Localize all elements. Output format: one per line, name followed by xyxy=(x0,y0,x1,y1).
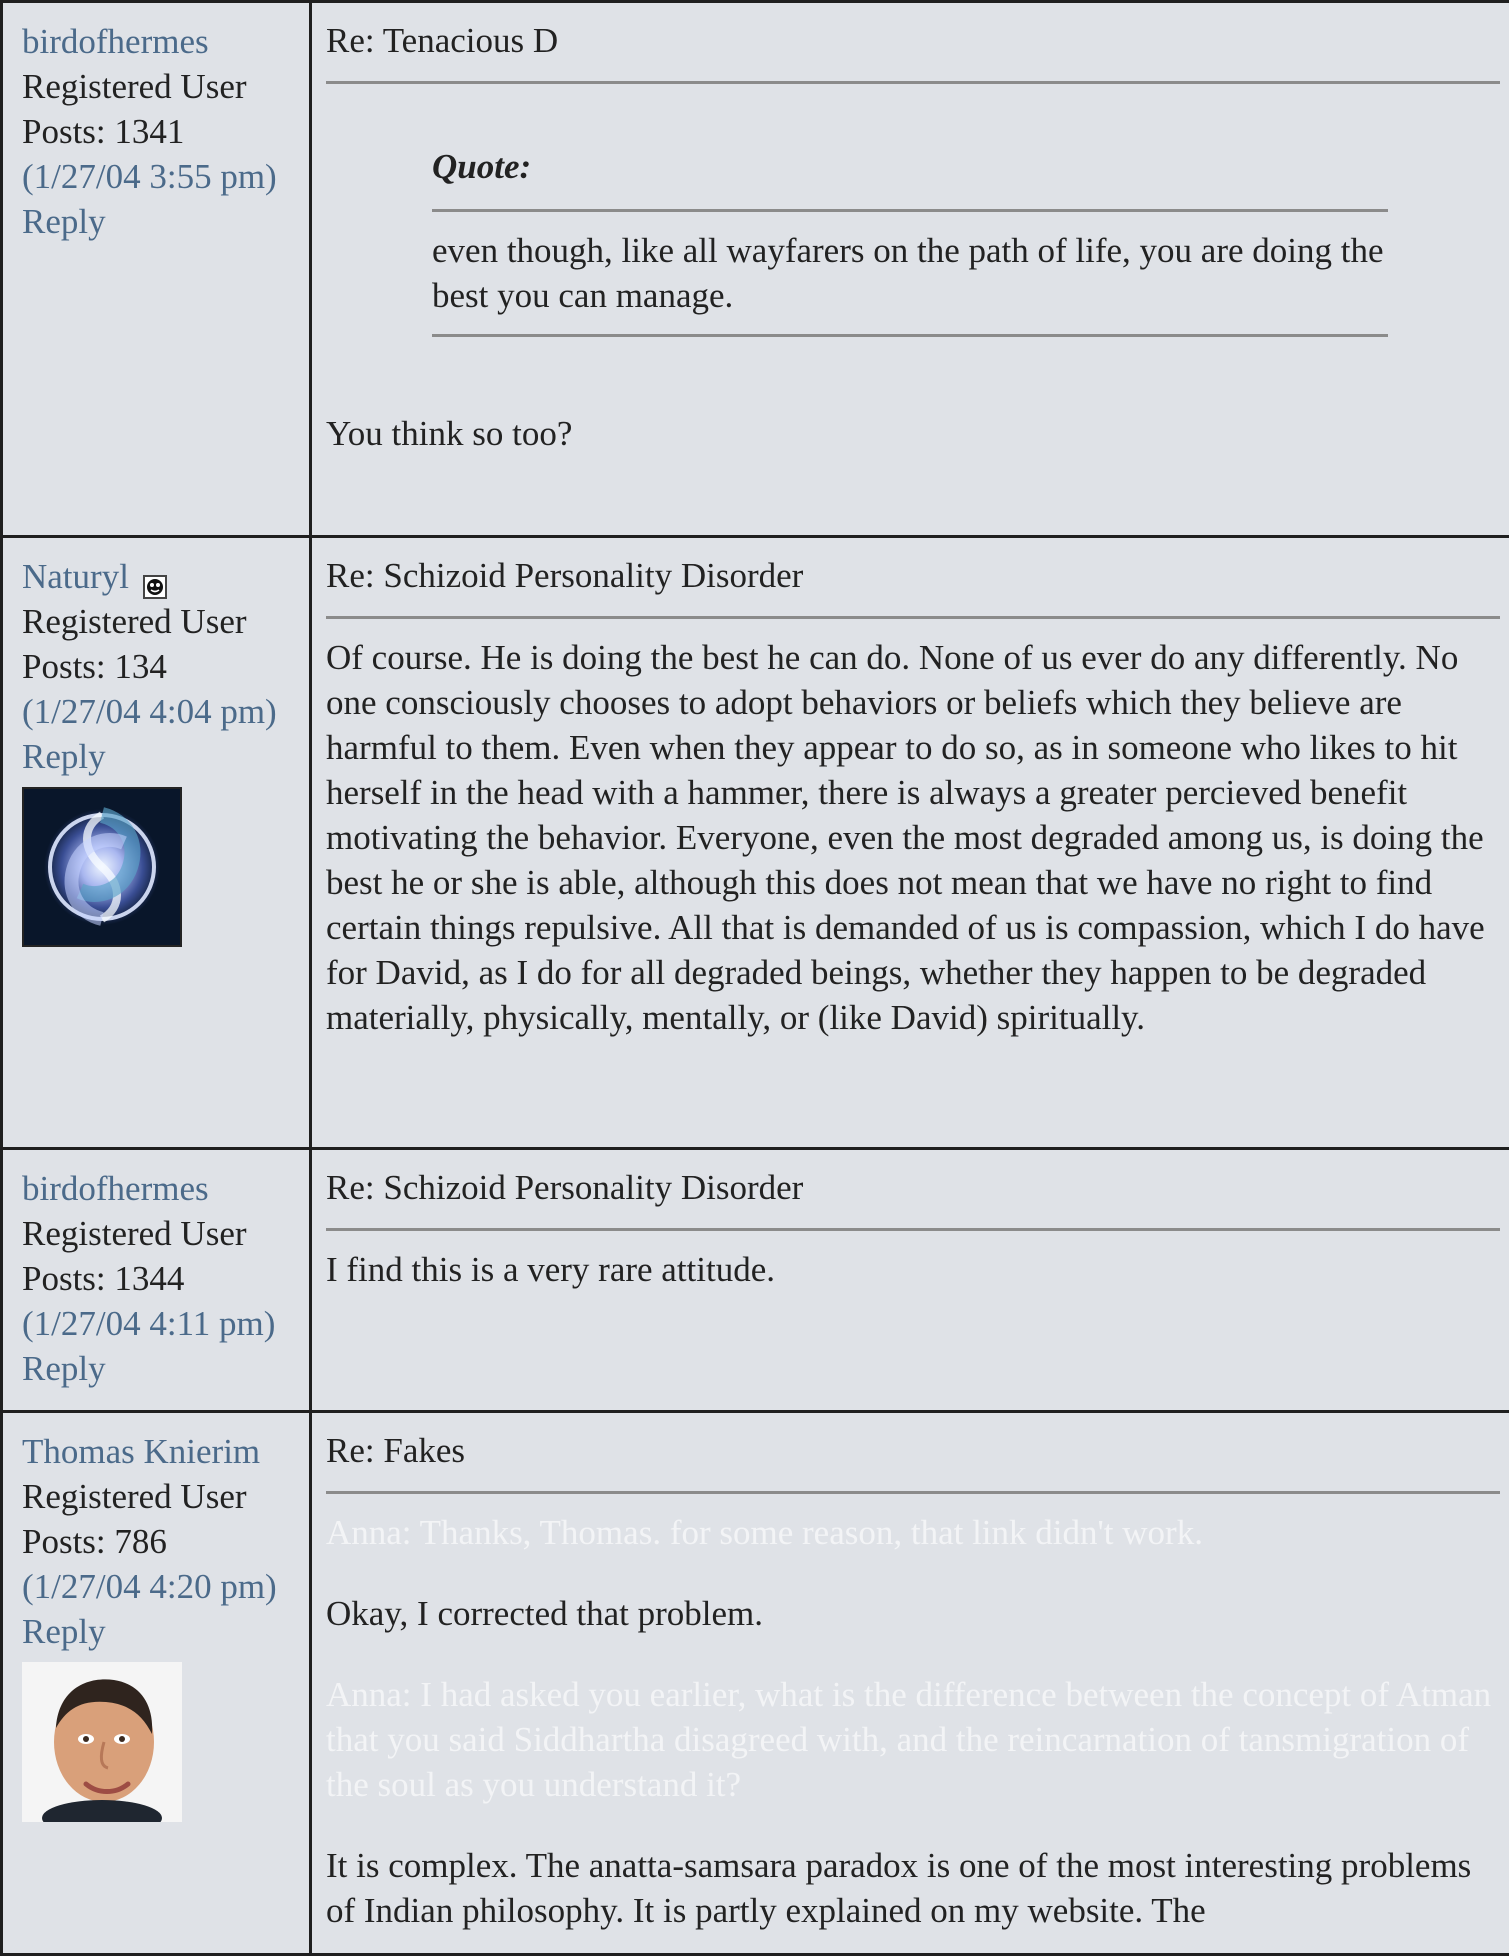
post-subject: Re: Schizoid Personality Disorder xyxy=(326,1165,1500,1210)
reply-link[interactable]: Reply xyxy=(22,1609,291,1654)
quote-block: Quote: even though, like all wayfarers o… xyxy=(432,144,1388,337)
author-role: Registered User xyxy=(22,64,291,109)
quote-text: even though, like all wayfarers on the p… xyxy=(432,228,1388,318)
post-row: birdofhermes Registered User Posts: 1344… xyxy=(2,1149,1509,1412)
post-content: Re: Schizoid Personality Disorder I find… xyxy=(312,1150,1509,1312)
author-post-count: Posts: 134 xyxy=(22,644,291,689)
author-role: Registered User xyxy=(22,1211,291,1256)
subject-divider xyxy=(326,1491,1500,1494)
status-icon xyxy=(143,565,167,589)
author-link[interactable]: birdofhermes xyxy=(22,1166,291,1211)
post-subject: Re: Fakes xyxy=(326,1428,1500,1473)
forum-thread-table: birdofhermes Registered User Posts: 1341… xyxy=(0,0,1509,1956)
post-row: Naturyl Registered User Posts: 134 (1/27… xyxy=(2,537,1509,1149)
reply-link[interactable]: Reply xyxy=(22,199,291,244)
post-time-link[interactable]: (1/27/04 4:20 pm) xyxy=(22,1564,291,1609)
author-role: Registered User xyxy=(22,1474,291,1519)
author-link[interactable]: Thomas Knierim xyxy=(22,1429,291,1474)
post-cell: Re: Tenacious D Quote: even though, like… xyxy=(311,2,1509,537)
post-cell: Re: Fakes Anna: Thanks, Thomas. for some… xyxy=(311,1412,1509,1955)
author-cell: Naturyl Registered User Posts: 134 (1/27… xyxy=(2,537,311,1149)
author-post-count: Posts: 786 xyxy=(22,1519,291,1564)
author-role: Registered User xyxy=(22,599,291,644)
quoted-faint-text: Anna: I had asked you earlier, what is t… xyxy=(326,1672,1500,1807)
post-time-link[interactable]: (1/27/04 4:11 pm) xyxy=(22,1301,291,1346)
post-cell: Re: Schizoid Personality Disorder I find… xyxy=(311,1149,1509,1412)
post-time-link[interactable]: (1/27/04 3:55 pm) xyxy=(22,154,291,199)
author-name-row: Naturyl xyxy=(22,554,291,599)
author-post-count: Posts: 1344 xyxy=(22,1256,291,1301)
post-content: Re: Fakes Anna: Thanks, Thomas. for some… xyxy=(312,1413,1509,1953)
author-cell: birdofhermes Registered User Posts: 1341… xyxy=(2,2,311,537)
post-content: Re: Tenacious D Quote: even though, like… xyxy=(312,3,1509,476)
author-block: birdofhermes Registered User Posts: 1341… xyxy=(3,3,309,258)
post-body-text: You think so too? xyxy=(326,411,1500,456)
author-block: birdofhermes Registered User Posts: 1344… xyxy=(3,1150,309,1405)
abstract-orb-avatar-icon xyxy=(22,787,182,947)
post-body-text: I find this is a very rare attitude. xyxy=(326,1247,1500,1292)
quote-top-divider xyxy=(432,209,1388,212)
author-link[interactable]: birdofhermes xyxy=(22,19,291,64)
author-block: Thomas Knierim Registered User Posts: 78… xyxy=(3,1413,309,1836)
subject-divider xyxy=(326,81,1500,84)
post-content: Re: Schizoid Personality Disorder Of cou… xyxy=(312,538,1509,1060)
author-cell: Thomas Knierim Registered User Posts: 78… xyxy=(2,1412,311,1955)
reply-link[interactable]: Reply xyxy=(22,1346,291,1391)
subject-divider xyxy=(326,1228,1500,1231)
post-body-text: It is complex. The anatta-samsara parado… xyxy=(326,1843,1500,1933)
author-block: Naturyl Registered User Posts: 134 (1/27… xyxy=(3,538,309,961)
quote-title: Quote: xyxy=(432,144,1388,189)
post-cell: Re: Schizoid Personality Disorder Of cou… xyxy=(311,537,1509,1149)
post-subject: Re: Schizoid Personality Disorder xyxy=(326,553,1500,598)
post-row: birdofhermes Registered User Posts: 1341… xyxy=(2,2,1509,537)
subject-divider xyxy=(326,616,1500,619)
post-body-text: Okay, I corrected that problem. xyxy=(326,1591,1500,1636)
portrait-avatar-icon xyxy=(22,1662,182,1822)
post-time-link[interactable]: (1/27/04 4:04 pm) xyxy=(22,689,291,734)
reply-link[interactable]: Reply xyxy=(22,734,291,779)
author-cell: birdofhermes Registered User Posts: 1344… xyxy=(2,1149,311,1412)
author-post-count: Posts: 1341 xyxy=(22,109,291,154)
author-link[interactable]: Naturyl xyxy=(22,554,129,599)
post-subject: Re: Tenacious D xyxy=(326,18,1500,63)
post-row: Thomas Knierim Registered User Posts: 78… xyxy=(2,1412,1509,1955)
quote-bottom-divider xyxy=(432,334,1388,337)
quoted-faint-text: Anna: Thanks, Thomas. for some reason, t… xyxy=(326,1510,1500,1555)
post-body-text: Of course. He is doing the best he can d… xyxy=(326,635,1500,1040)
